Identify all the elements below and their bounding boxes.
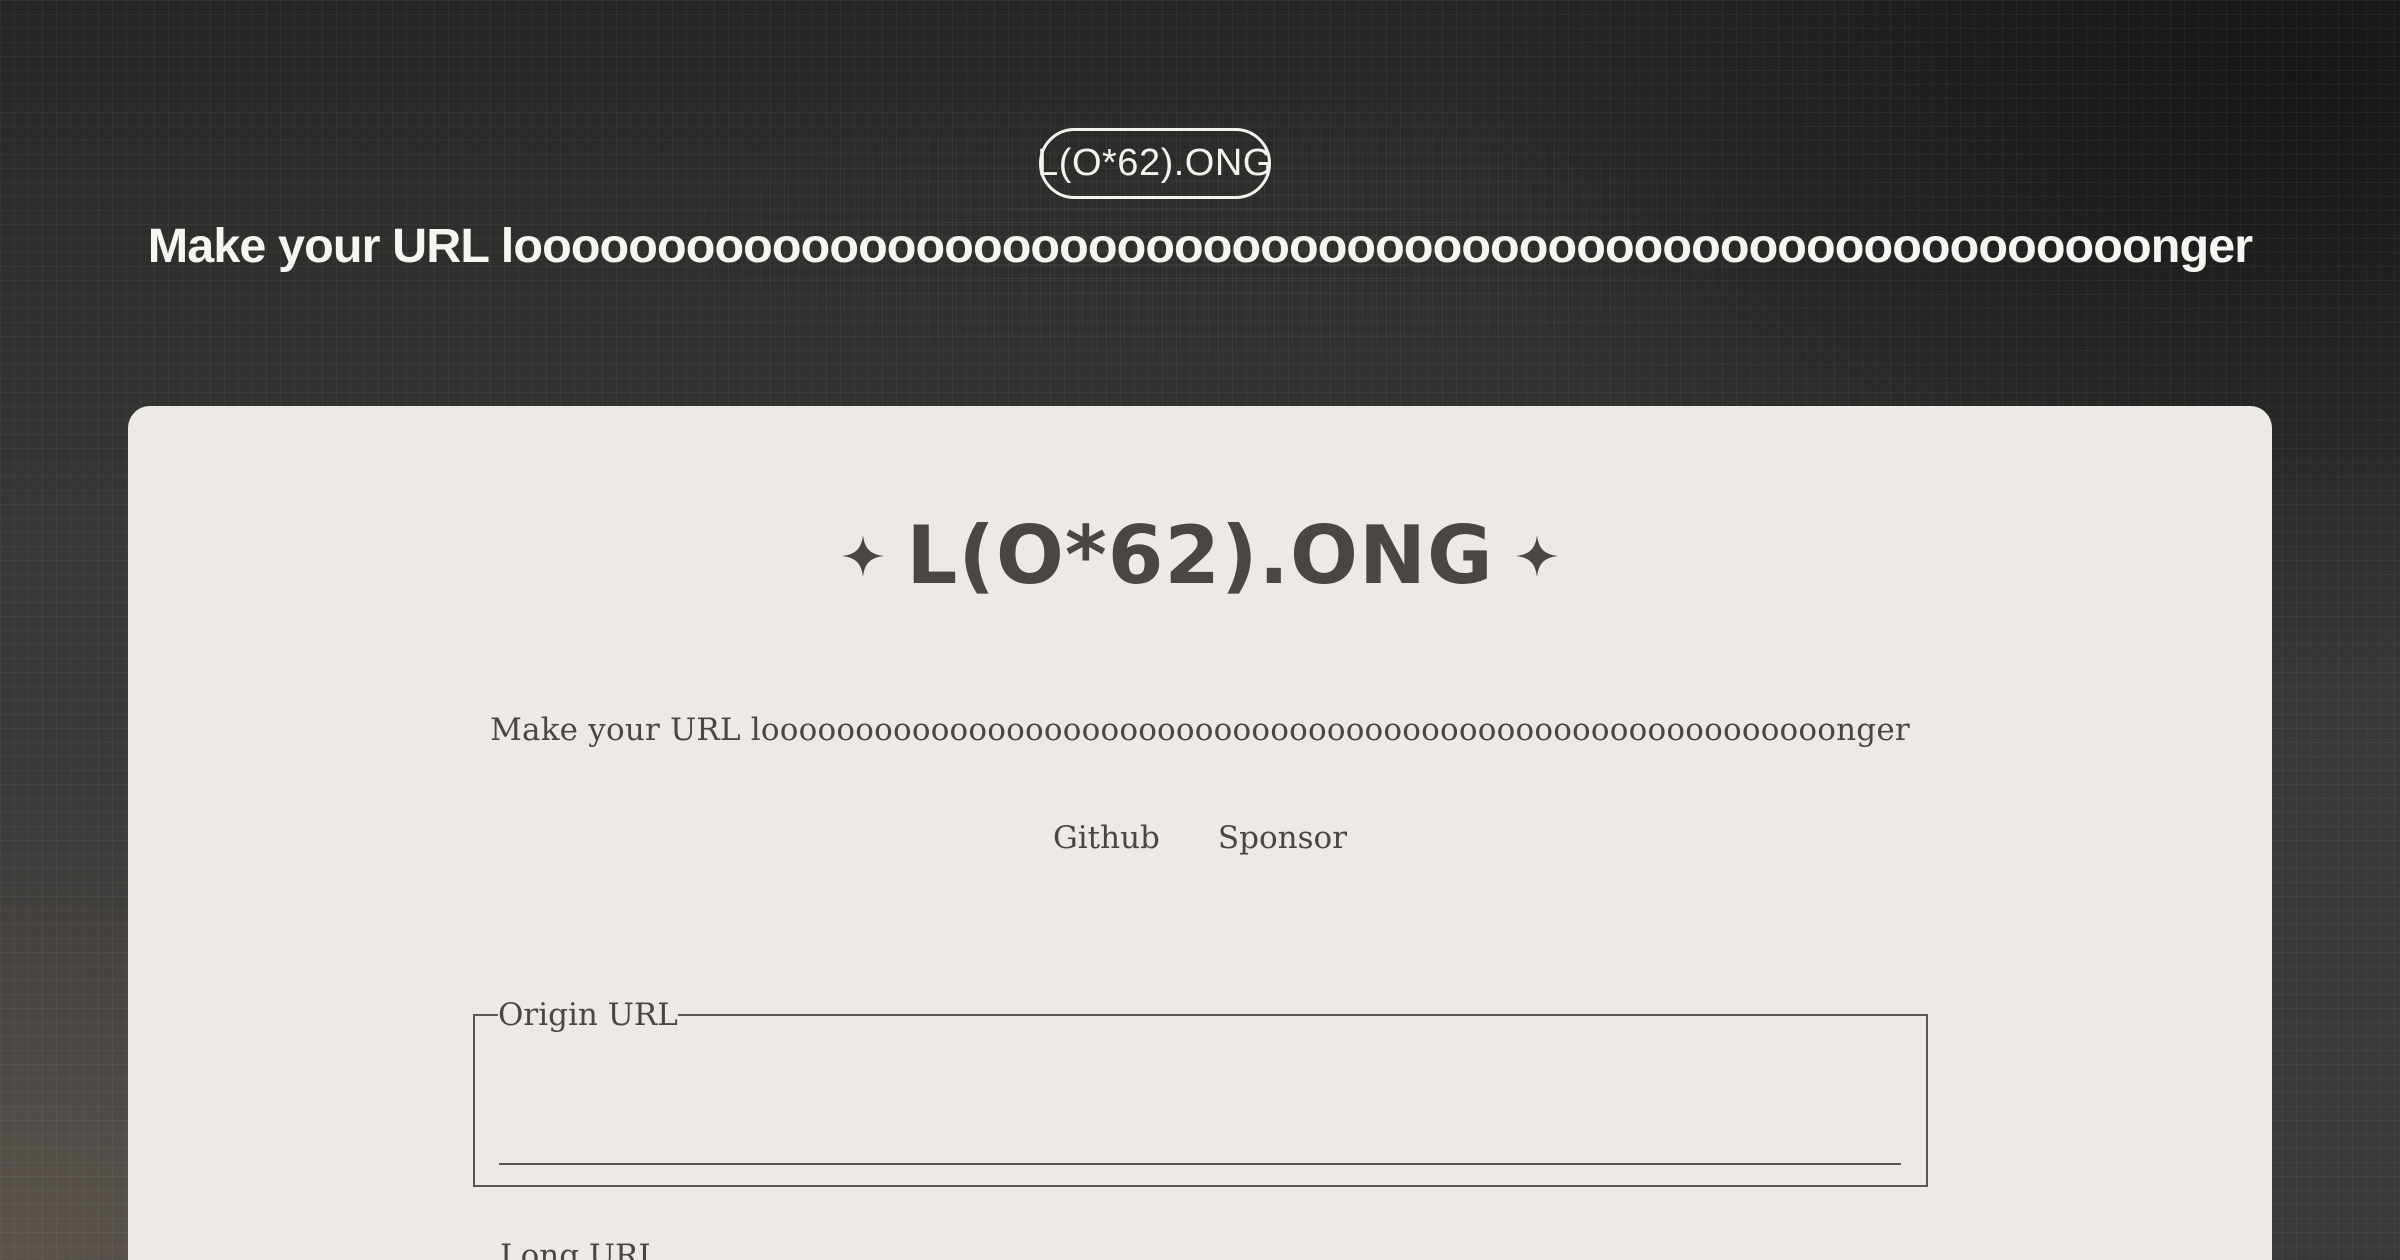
card-subtitle: Make your URL looooooooooooooooooooooooo… [490,712,1910,748]
origin-url-input[interactable] [499,1117,1901,1165]
github-link[interactable]: Github [1053,820,1160,856]
hero-title: Make your URL looooooooooooooooooooooooo… [147,219,2253,273]
origin-url-label: Origin URL [498,997,678,1033]
site-badge-link[interactable]: L(O*62).ONG [1037,128,1272,199]
sparkle-icon [842,535,885,577]
origin-url-fieldset: Origin URL [473,997,1928,1187]
sponsor-link[interactable]: Sponsor [1218,820,1347,856]
main-card: L(O*62).ONG Make your URL looooooooooooo… [128,406,2272,1260]
logo-text: L(O*62).ONG [906,509,1494,602]
card-logo: L(O*62).ONG [128,516,2272,596]
sparkle-icon [1515,535,1558,577]
long-url-label: Long URL [500,1238,659,1260]
card-links: Github Sponsor [128,820,2272,856]
